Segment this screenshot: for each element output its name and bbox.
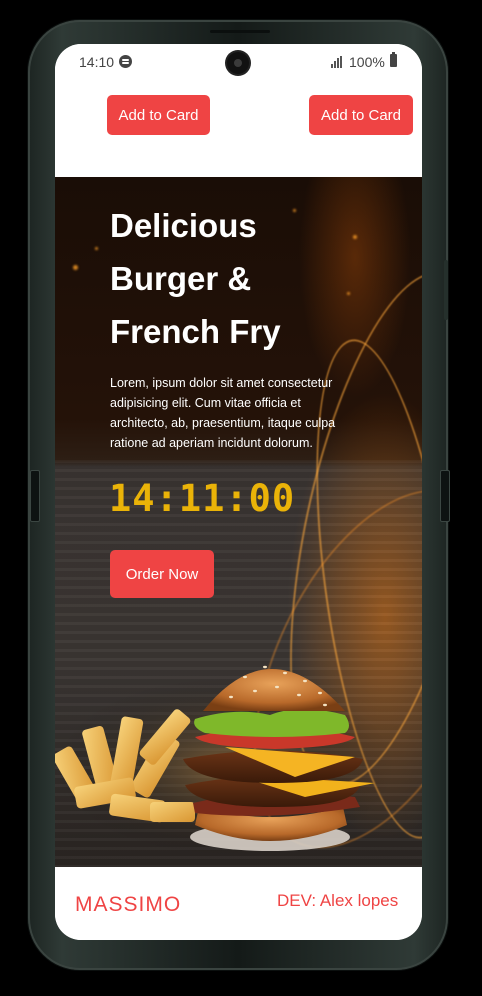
add-to-card-button-1[interactable]: Add to Card [107,95,210,135]
phone-hinge-right [440,470,450,522]
hero-title-line: French Fry [110,313,281,350]
cart-row: Add to Card Add to Card [55,80,422,177]
camera-icon [227,52,249,74]
hero-title: Delicious Burger & French Fry [110,199,370,358]
spotify-icon [119,55,132,68]
clock-display: 14:11:00 [109,477,296,520]
phone-side-button [444,260,448,320]
footer: MASSIMO DEV: Alex lopes [55,867,422,940]
hero-description: Lorem, ipsum dolor sit amet consectetur … [110,376,336,450]
hero-title-line: Delicious [110,207,257,244]
status-time: 14:10 [79,54,115,70]
brand-name: MASSIMO [75,893,182,916]
add-to-card-button-2[interactable]: Add to Card [309,95,413,135]
phone-hinge-left [30,470,40,522]
burger-and-fries-image [55,665,395,857]
phone-screen: 14:10 100% Add to Card Add to Card Delic… [55,44,422,940]
hero-section: Delicious Burger & French Fry Lorem, ips… [55,177,422,867]
developer-credit: DEV: Alex lopes [277,891,399,910]
hero-title-line: Burger & [110,260,252,297]
signal-icon [331,56,343,68]
battery-icon [390,52,397,67]
order-now-button[interactable]: Order Now [110,550,214,598]
phone-top-slot [210,30,270,33]
status-bar: 14:10 100% [55,44,422,81]
battery-percent: 100% [349,54,385,70]
